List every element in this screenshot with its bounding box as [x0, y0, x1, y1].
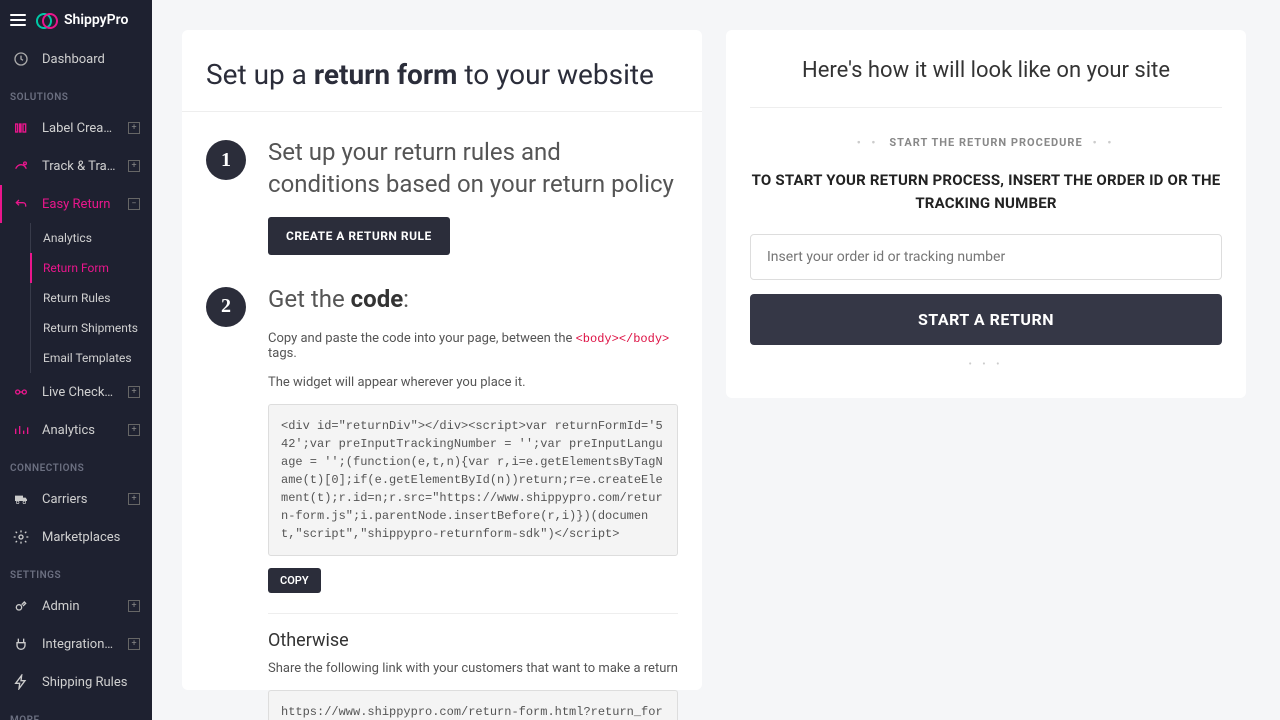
create-rule-button[interactable]: CREATE A RETURN RULE	[268, 217, 450, 255]
nav-track-trace[interactable]: Track & Trace +	[0, 147, 152, 185]
inline-code: <body></body>	[576, 332, 670, 346]
step-number: 2	[206, 287, 246, 327]
section-connections: CONNECTIONS	[0, 449, 152, 480]
step-title: Get the code:	[268, 283, 678, 315]
divider	[182, 111, 702, 112]
expand-icon[interactable]: +	[128, 638, 140, 650]
brand-name: ShippyPro	[64, 12, 128, 28]
collapse-icon[interactable]: −	[128, 198, 140, 210]
nav-marketplaces[interactable]: Marketplaces	[0, 518, 152, 556]
nav-dashboard[interactable]: Dashboard	[0, 40, 152, 78]
nav-live-checkout[interactable]: Live Checkout +	[0, 373, 152, 411]
preview-title: Here's how it will look like on your sit…	[750, 58, 1222, 83]
step-number: 1	[206, 140, 246, 180]
return-icon	[12, 195, 30, 213]
otherwise-title: Otherwise	[268, 613, 678, 651]
divider	[750, 107, 1222, 108]
analytics-icon	[12, 421, 30, 439]
subnav-email-templates[interactable]: Email Templates	[30, 343, 152, 373]
nav-carriers[interactable]: Carriers +	[0, 480, 152, 518]
expand-icon[interactable]: +	[128, 386, 140, 398]
nav-label: Track & Trace	[42, 159, 116, 174]
expand-icon[interactable]: +	[128, 493, 140, 505]
section-more: MORE	[0, 701, 152, 720]
expand-icon[interactable]: +	[128, 600, 140, 612]
start-return-button[interactable]: START A RETURN	[750, 294, 1222, 345]
nav-shipping-rules[interactable]: Shipping Rules	[0, 663, 152, 701]
expand-icon[interactable]: +	[128, 424, 140, 436]
brand-logo[interactable]: ShippyPro	[36, 12, 128, 28]
subnav-analytics[interactable]: Analytics	[30, 223, 152, 253]
expand-icon[interactable]: +	[128, 160, 140, 172]
nav-integrations[interactable]: Integrations ... +	[0, 625, 152, 663]
nav-label: Live Checkout	[42, 385, 116, 400]
step-description: The widget will appear wherever you plac…	[268, 375, 678, 390]
marketplaces-icon	[12, 528, 30, 546]
nav-admin[interactable]: Admin +	[0, 587, 152, 625]
step-1: 1 Set up your return rules and condition…	[206, 136, 678, 255]
section-solutions: SOLUTIONS	[0, 78, 152, 109]
nav-label: Easy Return	[42, 197, 116, 212]
nav-label: Label Creator	[42, 121, 116, 136]
page-title: Set up a return form to your website	[206, 58, 678, 91]
carriers-icon	[12, 490, 30, 508]
preview-heading: TO START YOUR RETURN PROCESS, INSERT THE…	[750, 169, 1222, 214]
easy-return-subnav: Analytics Return Form Return Rules Retur…	[0, 223, 152, 373]
nav-label: Analytics	[42, 423, 116, 438]
logo-icon	[36, 13, 58, 27]
step-title: Set up your return rules and conditions …	[268, 136, 678, 201]
nav-analytics[interactable]: Analytics +	[0, 411, 152, 449]
step-2: 2 Get the code: Copy and paste the code …	[206, 283, 678, 720]
setup-card: Set up a return form to your website 1 S…	[182, 30, 702, 690]
section-settings: SETTINGS	[0, 556, 152, 587]
nav-label: Carriers	[42, 492, 116, 507]
label-icon	[12, 119, 30, 137]
nav-label: Integrations ...	[42, 637, 116, 652]
nav-label-creator[interactable]: Label Creator +	[0, 109, 152, 147]
nav-label: Dashboard	[42, 52, 140, 67]
embed-code-block[interactable]: <div id="returnDiv"></div><script>var re…	[268, 404, 678, 556]
share-link-block[interactable]: https://www.shippypro.com/return-form.ht…	[268, 690, 678, 720]
shipping-rules-icon	[12, 673, 30, 691]
subnav-return-form[interactable]: Return Form	[30, 253, 152, 283]
nav-label: Admin	[42, 599, 116, 614]
sidebar: ShippyPro Dashboard SOLUTIONS Label Crea…	[0, 0, 152, 720]
preview-ribbon: START THE RETURN PROCEDURE	[750, 136, 1222, 149]
admin-icon	[12, 597, 30, 615]
copy-code-button[interactable]: COPY	[268, 568, 321, 593]
otherwise-description: Share the following link with your custo…	[268, 661, 678, 676]
subnav-return-rules[interactable]: Return Rules	[30, 283, 152, 313]
nav-label: Shipping Rules	[42, 675, 140, 690]
order-id-input[interactable]	[750, 234, 1222, 280]
step-description: Copy and paste the code into your page, …	[268, 331, 678, 361]
integrations-icon	[12, 635, 30, 653]
dashboard-icon	[12, 50, 30, 68]
subnav-return-shipments[interactable]: Return Shipments	[30, 313, 152, 343]
nav-label: Marketplaces	[42, 530, 140, 545]
track-icon	[12, 157, 30, 175]
hamburger-icon[interactable]	[10, 14, 26, 26]
preview-card: Here's how it will look like on your sit…	[726, 30, 1246, 398]
main-content: Set up a return form to your website 1 S…	[152, 0, 1280, 720]
dots-icon: • • •	[750, 359, 1222, 370]
checkout-icon	[12, 383, 30, 401]
nav-easy-return[interactable]: Easy Return −	[0, 185, 152, 223]
expand-icon[interactable]: +	[128, 122, 140, 134]
